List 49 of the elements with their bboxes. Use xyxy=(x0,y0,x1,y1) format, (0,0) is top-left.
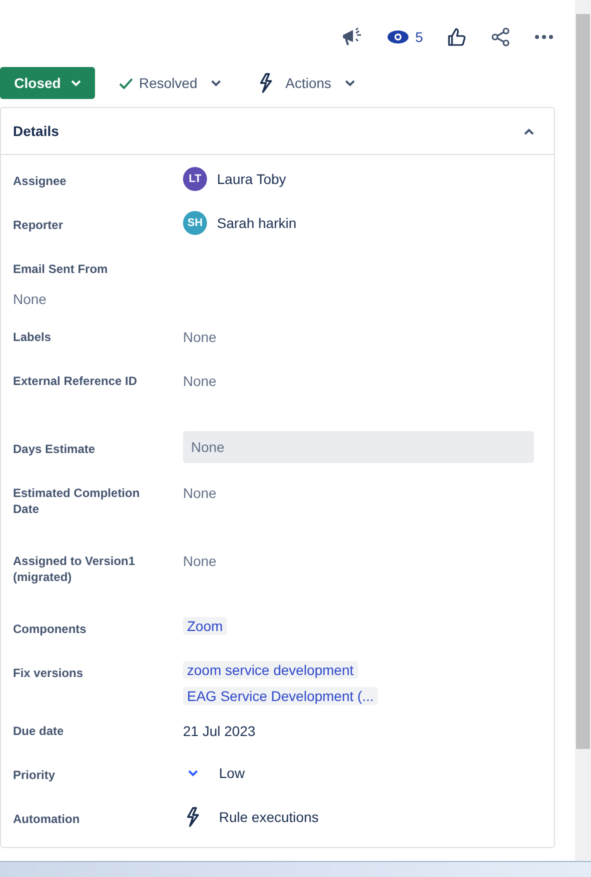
field-value[interactable]: None xyxy=(13,277,534,309)
field-value[interactable]: 21 Jul 2023 xyxy=(183,711,534,741)
more-button[interactable] xyxy=(533,33,555,41)
field-label: Automation xyxy=(13,811,81,827)
version-tag[interactable]: EAG Service Development (... xyxy=(183,687,378,705)
field-label: Days Estimate xyxy=(13,441,96,457)
actions-button[interactable]: Actions xyxy=(257,67,358,99)
field-label: Assigned to Version1 (migrated) xyxy=(13,553,136,585)
version-tag[interactable]: zoom service development xyxy=(183,661,358,679)
field-value[interactable]: None xyxy=(183,541,534,571)
field-label: Labels xyxy=(13,329,52,345)
resolution-button[interactable]: Resolved xyxy=(117,67,224,99)
lightning-icon xyxy=(186,807,200,827)
avatar: LT xyxy=(183,167,207,191)
share-icon xyxy=(491,27,511,47)
field-label: Reporter xyxy=(13,217,64,233)
check-icon xyxy=(119,78,133,88)
version-tag[interactable]: Zoom xyxy=(183,617,227,635)
chevron-down-icon xyxy=(70,80,81,86)
field-value[interactable]: None xyxy=(183,361,534,391)
chevron-down-icon xyxy=(211,80,222,86)
eye-icon xyxy=(387,30,410,44)
thumbs-up-icon xyxy=(447,27,467,47)
field-label: External Reference ID xyxy=(13,373,138,389)
megaphone-icon xyxy=(341,27,364,47)
watchers-button[interactable]: 5 xyxy=(385,27,425,47)
lightning-icon xyxy=(259,73,274,93)
priority-value[interactable]: Low xyxy=(219,763,245,783)
person-name[interactable]: Sarah harkin xyxy=(217,213,296,233)
person-name[interactable]: Laura Toby xyxy=(217,169,286,189)
automation-link[interactable]: Rule executions xyxy=(219,807,319,827)
field-label: Estimated Completion Date xyxy=(13,485,141,517)
field-value[interactable]: None xyxy=(183,473,534,503)
field-label: Email Sent From xyxy=(13,261,109,277)
field-label: Priority xyxy=(13,767,56,783)
more-icon xyxy=(535,35,553,39)
input-field[interactable]: None xyxy=(183,431,534,463)
priority-low-icon xyxy=(188,770,198,776)
status-button[interactable]: Closed xyxy=(0,67,95,99)
field-label: Assignee xyxy=(13,173,68,189)
field-label: Fix versions xyxy=(13,665,84,681)
field-label: Components xyxy=(13,621,88,637)
field-label: Due date xyxy=(13,723,65,739)
avatar: SH xyxy=(183,211,207,235)
field-value[interactable]: None xyxy=(183,317,534,347)
scrollbar[interactable] xyxy=(575,0,591,862)
chevron-up-icon xyxy=(524,128,534,134)
chevron-down-icon xyxy=(345,80,356,86)
panel-title: Details xyxy=(13,123,59,139)
